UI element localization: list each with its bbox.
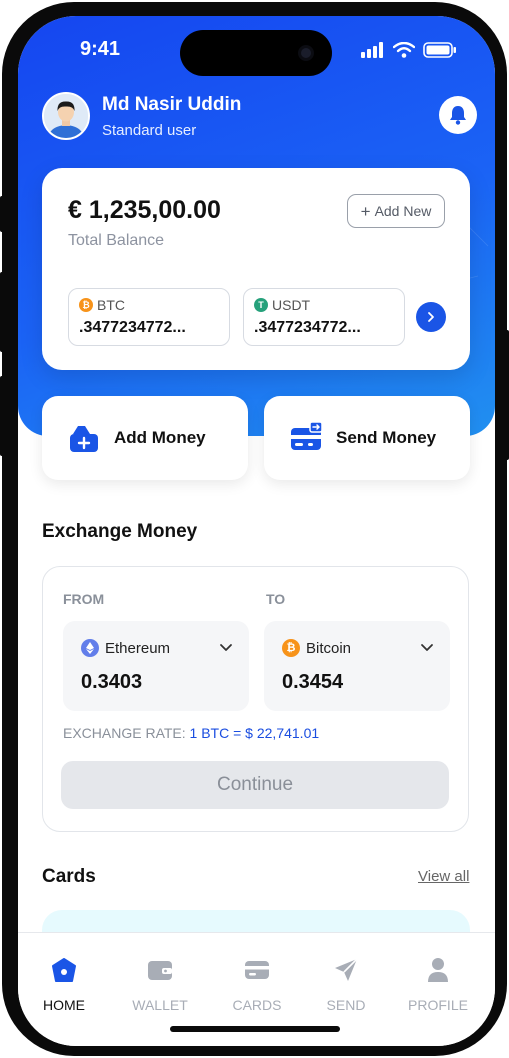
nav-item-home[interactable]: HOME [18, 955, 110, 1013]
avatar[interactable] [42, 92, 90, 140]
coin-symbol: USDT [272, 297, 311, 313]
coin-balance: .3477234772... [254, 319, 361, 336]
chevron-down-icon [421, 644, 433, 651]
user-role: Standard user [102, 122, 197, 139]
status-icons [361, 42, 457, 58]
wallet-icon [148, 961, 172, 980]
view-all-cards-link[interactable]: View all [418, 868, 469, 885]
profile-icon [428, 958, 448, 982]
coin-card-usdt[interactable]: T USDT .3477234772... [243, 288, 405, 346]
from-coin-name: Ethereum [105, 639, 171, 657]
from-currency-select[interactable]: Ethereum 0.3403 [63, 621, 249, 711]
exchange-rate-label: EXCHANGE RATE: [63, 725, 186, 741]
app-screen: 9:41 Md Nasir Uddin Standard user € 1,23… [18, 16, 495, 1046]
to-label: TO [266, 591, 286, 607]
balance-card: € 1,235,00.00 Total Balance + Add New ₿ … [42, 168, 470, 370]
to-currency-select[interactable]: ₿ Bitcoin 0.3454 [264, 621, 450, 711]
send-money-icon [291, 422, 322, 450]
nav-item-wallet[interactable]: WALLET [114, 955, 206, 1013]
phone-frame: 9:41 Md Nasir Uddin Standard user € 1,23… [2, 2, 507, 1056]
coin-symbol: BTC [97, 297, 125, 313]
nav-item-profile[interactable]: PROFILE [392, 955, 484, 1013]
status-time: 9:41 [80, 38, 121, 60]
bitcoin-icon: ₿ [282, 639, 300, 657]
exchange-rate: EXCHANGE RATE: 1 BTC = $ 22,741.01 [63, 725, 319, 741]
add-money-icon [70, 426, 98, 452]
add-new-button[interactable]: + Add New [347, 194, 445, 228]
nav-label: CARDS [232, 997, 282, 1013]
user-avatar-illustration [44, 94, 88, 138]
continue-button[interactable]: Continue [61, 761, 449, 809]
home-indicator [170, 1026, 340, 1032]
nav-label: PROFILE [408, 997, 468, 1013]
dynamic-island [180, 30, 332, 76]
nav-item-send[interactable]: SEND [300, 955, 392, 1013]
nav-label: HOME [43, 997, 85, 1013]
exchange-rate-value: 1 BTC = $ 22,741.01 [189, 725, 320, 741]
add-money-button[interactable]: Add Money [42, 396, 248, 480]
total-balance-amount: € 1,235,00.00 [68, 196, 221, 224]
to-coin-name: Bitcoin [306, 639, 352, 657]
home-icon [52, 958, 76, 982]
notification-button[interactable] [439, 96, 477, 134]
nav-label: SEND [326, 997, 366, 1013]
chevron-down-icon [220, 644, 232, 651]
total-balance-label: Total Balance [68, 232, 165, 249]
exchange-money-title: Exchange Money [42, 521, 198, 542]
from-amount[interactable]: 0.3403 [81, 671, 142, 694]
cards-title: Cards [42, 866, 96, 887]
camera-icon [298, 45, 314, 61]
add-money-label: Add Money [114, 428, 206, 447]
user-name: Md Nasir Uddin [102, 94, 242, 115]
ethereum-icon [81, 639, 99, 657]
plus-icon: + [360, 201, 371, 221]
nav-item-cards[interactable]: CARDS [211, 955, 303, 1013]
cellular-signal-icon [361, 42, 383, 58]
card-icon [245, 961, 269, 979]
battery-icon [423, 42, 456, 58]
send-money-button[interactable]: Send Money [264, 396, 470, 480]
wifi-icon [393, 42, 415, 58]
tether-icon: T [254, 298, 268, 312]
add-new-label: Add New [374, 203, 432, 219]
bitcoin-icon: ₿ [79, 298, 93, 312]
bell-icon [450, 106, 466, 125]
nav-label: WALLET [132, 997, 188, 1013]
chevron-right-icon [428, 312, 434, 322]
send-icon [335, 958, 358, 981]
exchange-panel: FROM TO Ethereum 0.3403 ₿ Bitcoin 0.3454… [42, 566, 469, 832]
from-label: FROM [63, 591, 105, 607]
coin-balance: .3477234772... [79, 319, 186, 336]
next-coins-button[interactable] [416, 302, 446, 332]
coin-card-btc[interactable]: ₿ BTC .3477234772... [68, 288, 230, 346]
send-money-label: Send Money [336, 428, 437, 447]
to-amount[interactable]: 0.3454 [282, 671, 343, 694]
